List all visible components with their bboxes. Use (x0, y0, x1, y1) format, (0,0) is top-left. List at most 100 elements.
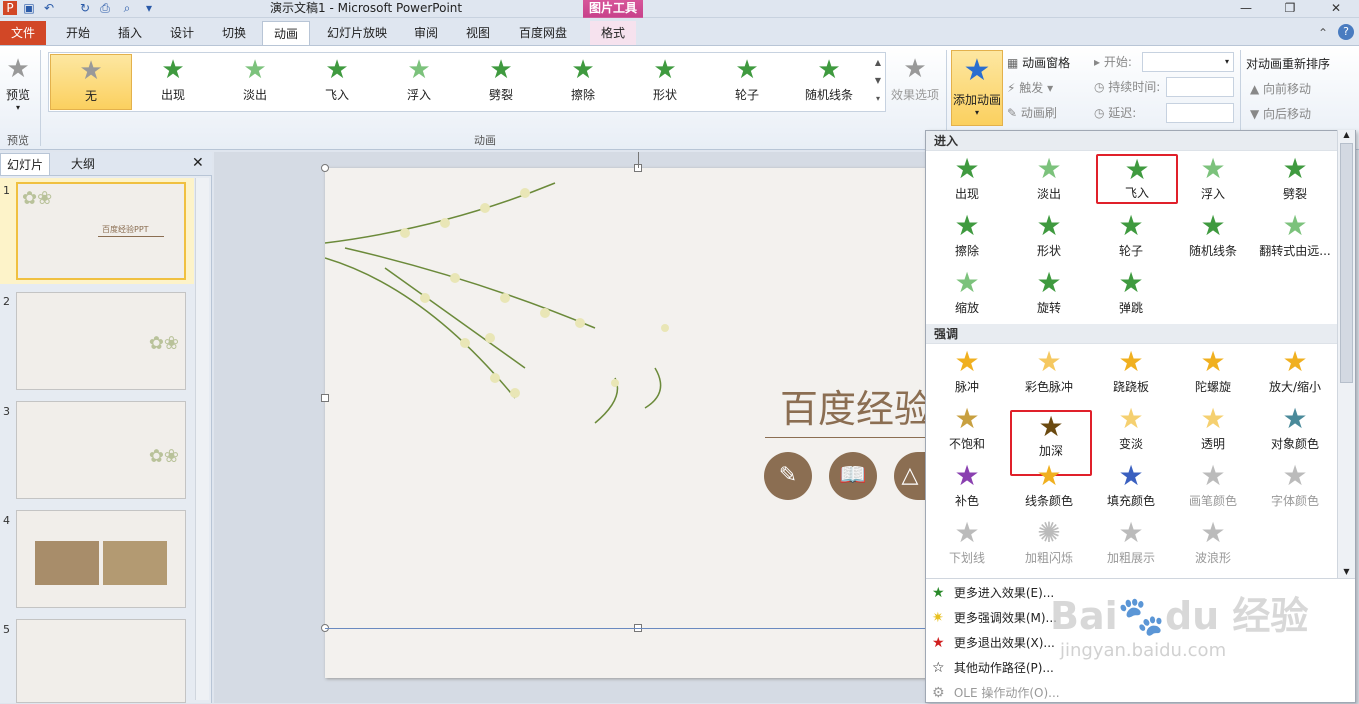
star-icon: ★ (1200, 152, 1226, 185)
move-later-button[interactable]: ▼ 向后移动 (1250, 103, 1311, 125)
tab-slides[interactable]: 幻灯片 (0, 153, 50, 175)
more-exit-effects[interactable]: ★ 更多退出效果(X)... (932, 632, 1055, 654)
restore-icon[interactable]: ❐ (1270, 0, 1310, 16)
selection-handle[interactable] (321, 164, 329, 172)
animation-pane-button[interactable]: ▦ 动画窗格 (1007, 52, 1070, 74)
start-select[interactable]: ▾ (1142, 52, 1234, 72)
emphasis-fill-color[interactable]: ★ 填充颜色 (1090, 460, 1172, 516)
emphasis-teeter[interactable]: ★ 跷跷板 (1090, 346, 1172, 402)
ole-action-verbs[interactable]: ⚙ OLE 操作动作(O)... (932, 682, 1060, 704)
slide-title[interactable]: 百度经验 (780, 378, 935, 433)
emphasis-color-pulse[interactable]: ★ 彩色脉冲 (1008, 346, 1090, 402)
trigger-button[interactable]: ⚡ 触发 ▾ (1007, 77, 1053, 99)
emphasis-grow-shrink[interactable]: ★ 放大/缩小 (1254, 346, 1336, 402)
animation-wipe[interactable]: ★ 擦除 (542, 54, 624, 110)
tab-view[interactable]: 视图 (458, 21, 498, 45)
tab-baidu-netdisk[interactable]: 百度网盘 (510, 21, 576, 45)
delay-spinner[interactable] (1166, 103, 1234, 123)
collapse-ribbon-icon[interactable]: ⌃ (1318, 26, 1328, 40)
emphasis-lighten[interactable]: ★ 变淡 (1090, 403, 1172, 459)
emphasis-font-color[interactable]: ★ 字体颜色 (1254, 460, 1336, 516)
selection-handle[interactable] (321, 394, 329, 402)
undo-icon[interactable]: ↶ (42, 1, 56, 15)
entrance-swivel[interactable]: ★ 旋转 (1008, 267, 1090, 323)
effect-options-button[interactable]: ★ 效果选项 (888, 52, 942, 103)
close-icon[interactable]: ✕ (1316, 0, 1356, 16)
slide-thumbnail-3[interactable]: ✿❀ (16, 401, 186, 499)
slide-thumbnail-2[interactable]: ✿❀ (16, 292, 186, 390)
tab-transitions[interactable]: 切换 (214, 21, 254, 45)
minimize-icon[interactable]: — (1226, 0, 1266, 16)
emphasis-wave[interactable]: ★ 波浪形 (1172, 517, 1254, 573)
animation-float-in[interactable]: ★ 浮入 (378, 54, 460, 110)
tab-outline[interactable]: 大纲 (56, 153, 110, 175)
scroll-up-icon[interactable]: ▲ (1338, 130, 1355, 139)
redo-icon[interactable]: ↻ (78, 1, 92, 15)
print-icon[interactable]: ⎙ (98, 1, 112, 15)
entrance-split[interactable]: ★ 劈裂 (1254, 153, 1336, 209)
emphasis-complementary[interactable]: ★ 补色 (926, 460, 1008, 516)
preview-button[interactable]: ★ 预览 ▾ (0, 52, 36, 112)
other-motion-paths[interactable]: ☆ 其他动作路径(P)... (932, 657, 1054, 679)
tab-slideshow[interactable]: 幻灯片放映 (322, 21, 392, 45)
emphasis-bold-reveal[interactable]: ★ 加粗展示 (1090, 517, 1172, 573)
tab-review[interactable]: 审阅 (404, 21, 448, 45)
more-entrance-effects[interactable]: ★ 更多进入效果(E)... (932, 582, 1054, 604)
scroll-thumb[interactable] (1340, 143, 1353, 383)
entrance-fade[interactable]: ★ 淡出 (1008, 153, 1090, 209)
pane-icon: ▦ (1007, 56, 1019, 70)
help-icon[interactable]: ? (1338, 24, 1354, 40)
tab-insert[interactable]: 插入 (110, 21, 150, 45)
entrance-wipe[interactable]: ★ 擦除 (926, 210, 1008, 266)
animation-fade[interactable]: ★ 淡出 (214, 54, 296, 110)
entrance-fly-in[interactable]: ★ 飞入 (1096, 154, 1178, 204)
flower-image[interactable] (325, 168, 705, 438)
entrance-grow-turn[interactable]: ★ 翻转式由远... (1254, 210, 1336, 266)
emphasis-bold-flash[interactable]: ✺ 加粗闪烁 (1008, 517, 1090, 573)
emphasis-brush-color[interactable]: ★ 画笔颜色 (1172, 460, 1254, 516)
slide-thumbnail-1[interactable]: ✿❀ 百度经验PPT (16, 182, 186, 280)
save-icon[interactable]: ▣ (22, 1, 36, 15)
customize-toolbar-icon[interactable]: ▾ (142, 1, 156, 15)
entrance-float-in[interactable]: ★ 浮入 (1172, 153, 1254, 209)
tab-design[interactable]: 设计 (162, 21, 202, 45)
emphasis-spin[interactable]: ★ 陀螺旋 (1172, 346, 1254, 402)
animation-wheel[interactable]: ★ 轮子 (706, 54, 788, 110)
scroll-down-icon[interactable]: ▼ (1338, 567, 1355, 576)
entrance-random-bars[interactable]: ★ 随机线条 (1172, 210, 1254, 266)
emphasis-transparency[interactable]: ★ 透明 (1172, 403, 1254, 459)
duration-spinner[interactable] (1166, 77, 1234, 97)
animation-fly-in[interactable]: ★ 飞入 (296, 54, 378, 110)
tab-format[interactable]: 格式 (590, 21, 636, 45)
powerpoint-logo-icon[interactable]: P (3, 1, 17, 15)
print-preview-icon[interactable]: ⌕ (120, 1, 134, 15)
emphasis-line-color[interactable]: ★ 线条颜色 (1008, 460, 1090, 516)
slide-thumbnail-5[interactable] (16, 619, 186, 703)
entrance-zoom[interactable]: ★ 缩放 (926, 267, 1008, 323)
entrance-shape[interactable]: ★ 形状 (1008, 210, 1090, 266)
entrance-wheel[interactable]: ★ 轮子 (1090, 210, 1172, 266)
emphasis-pulse[interactable]: ★ 脉冲 (926, 346, 1008, 402)
gallery-scroll[interactable]: ▲ ▼ ▾ (872, 54, 884, 110)
slides-scrollbar[interactable] (195, 178, 209, 700)
animation-painter-button[interactable]: ✎ 动画刷 (1007, 102, 1057, 124)
slide-thumbnail-4[interactable] (16, 510, 186, 608)
animation-split[interactable]: ★ 劈裂 (460, 54, 542, 110)
more-emphasis-effects[interactable]: ✷ 更多强调效果(M)... (932, 607, 1057, 629)
emphasis-underline[interactable]: ★ 下划线 (926, 517, 1008, 573)
animation-shape[interactable]: ★ 形状 (624, 54, 706, 110)
tab-animations[interactable]: 动画 (262, 21, 310, 47)
animation-none[interactable]: ★ 无 (50, 54, 132, 110)
entrance-appear[interactable]: ★ 出现 (926, 153, 1008, 209)
animation-random-bars[interactable]: ★ 随机线条 (788, 54, 870, 110)
entrance-bounce[interactable]: ★ 弹跳 (1090, 267, 1172, 323)
move-earlier-button[interactable]: ▲ 向前移动 (1250, 78, 1311, 100)
animation-appear[interactable]: ★ 出现 (132, 54, 214, 110)
dropdown-scrollbar[interactable]: ▲ ▼ (1337, 130, 1355, 578)
add-animation-button[interactable]: ★ 添加动画 ▾ (951, 50, 1003, 126)
tab-file[interactable]: 文件 (0, 21, 46, 45)
emphasis-object-color[interactable]: ★ 对象颜色 (1254, 403, 1336, 459)
close-panel-icon[interactable]: ✕ (192, 155, 204, 171)
tab-home[interactable]: 开始 (58, 21, 98, 45)
emphasis-desaturate[interactable]: ★ 不饱和 (926, 403, 1008, 459)
